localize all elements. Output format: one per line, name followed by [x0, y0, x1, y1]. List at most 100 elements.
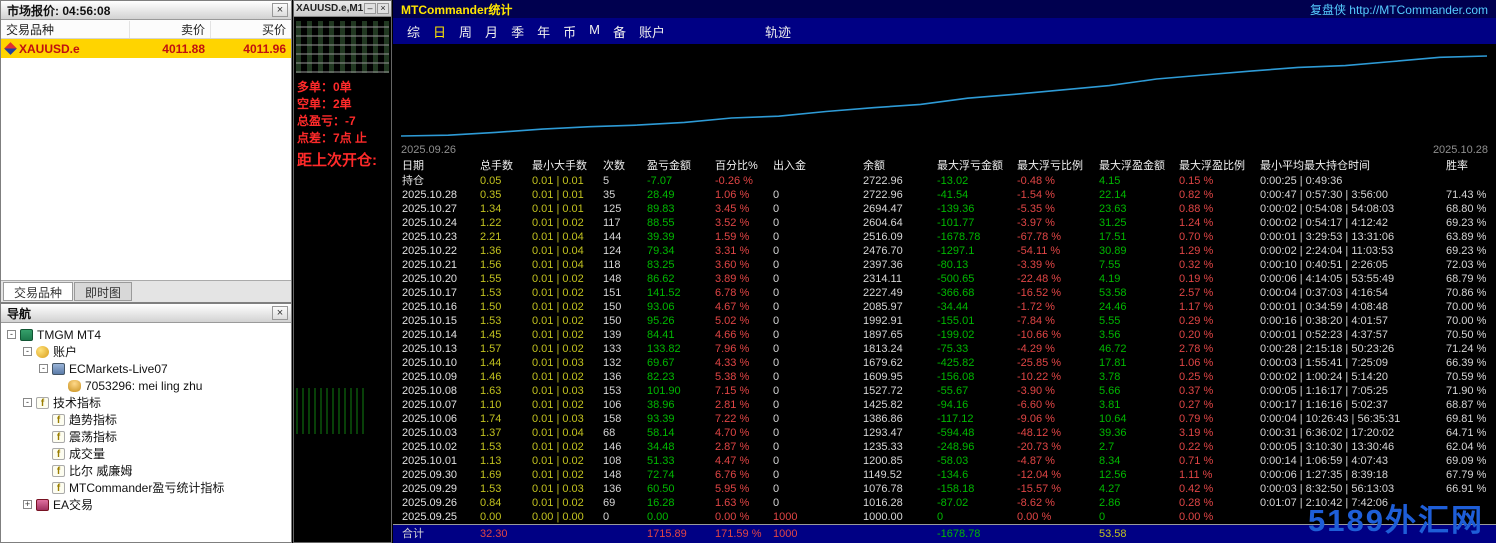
stats-row[interactable]: 2025.10.22 1.36 0.01 | 0.04 124 79.34 3.31 % 0…	[393, 244, 1496, 258]
column-header[interactable]: 盈亏金额	[647, 158, 715, 174]
stats-row[interactable]: 2025.10.09 1.46 0.01 | 0.02 136 82.23 5.38 % 0…	[393, 370, 1496, 384]
menu-item-账户[interactable]: 账户	[637, 21, 667, 42]
column-header[interactable]: 次数	[603, 158, 647, 174]
column-header-symbol[interactable]: 交易品种	[1, 21, 129, 38]
menu-item-日[interactable]: 日	[431, 21, 448, 42]
column-header[interactable]: 胜率	[1446, 158, 1496, 174]
stats-row[interactable]: 2025.09.29 1.53 0.01 | 0.03 136 60.50 5.95 % 0…	[393, 482, 1496, 496]
column-header[interactable]: 最大浮盈金额	[1099, 158, 1179, 174]
total-balance	[863, 525, 937, 543]
cell-count: 144	[603, 231, 622, 243]
tree-item[interactable]: - TMGM MT4	[1, 326, 291, 343]
tree-item[interactable]: f MTCommander盈亏统计指标	[1, 479, 291, 496]
stats-row[interactable]: 2025.10.08 1.63 0.01 | 0.03 153 101.90 7.15 %…	[393, 384, 1496, 398]
tree-item[interactable]: f 比尔 威廉姆	[1, 462, 291, 479]
cell-pct: -0.26 %	[715, 175, 753, 187]
stats-row[interactable]: 2025.10.10 1.44 0.01 | 0.03 132 69.67 4.33 % 0…	[393, 356, 1496, 370]
stats-website-link[interactable]: 复盘侠 http://MTCommander.com	[1310, 1, 1488, 18]
tree-item[interactable]: 7053296: mei ling zhu	[1, 377, 291, 394]
close-icon[interactable]: ×	[272, 3, 288, 17]
cell-time: 0:00:05 | 1:16:17 | 7:05:25	[1260, 385, 1389, 397]
stats-row[interactable]: 持仓 0.05 0.01 | 0.01 5 -7.07 -0.26 % 2722.96 -13…	[393, 174, 1496, 188]
cell-date: 2025.10.23	[402, 231, 458, 243]
menu-item-周[interactable]: 周	[457, 21, 474, 42]
cell-fp_pct: 0.82 %	[1179, 189, 1214, 201]
cell-dd_pct: -67.78 %	[1017, 231, 1062, 243]
tab-tick-chart[interactable]: 即时图	[74, 282, 133, 301]
stats-row[interactable]: 2025.10.15 1.53 0.01 | 0.02 150 95.26 5.02 % 0…	[393, 314, 1496, 328]
menu-item-track[interactable]: 轨迹	[763, 21, 793, 42]
tab-symbols[interactable]: 交易品种	[3, 282, 74, 301]
column-header-ask[interactable]: 买价	[210, 20, 291, 38]
tree-item-label: 趋势指标	[69, 413, 118, 427]
menu-item-币[interactable]: 币	[561, 21, 578, 42]
cell-win: 71.90 %	[1446, 385, 1487, 397]
cell-fp: 30.89	[1099, 245, 1127, 257]
stats-row[interactable]: 2025.10.23 2.21 0.01 | 0.04 144 39.39 1.59 % 0…	[393, 230, 1496, 244]
stats-row[interactable]: 2025.10.03 1.37 0.01 | 0.04 68 58.14 4.70 % 0 1…	[393, 426, 1496, 440]
chart-window-titlebar[interactable]: XAUUSD.e,M1 – ×	[294, 1, 391, 17]
cell-count: 158	[603, 413, 622, 425]
stats-row[interactable]: 2025.10.07 1.10 0.01 | 0.02 106 38.96 2.81 % 0…	[393, 398, 1496, 412]
cell-fp_pct: 0.29 %	[1179, 315, 1214, 327]
column-header[interactable]: 最大浮盈比例	[1179, 158, 1260, 174]
close-icon[interactable]: ×	[377, 3, 389, 14]
column-header[interactable]: 百分比%	[715, 158, 773, 174]
stats-row[interactable]: 2025.10.20 1.55 0.01 | 0.02 148 86.62 3.89 % 0…	[393, 272, 1496, 286]
menu-item-季[interactable]: 季	[509, 21, 526, 42]
stats-titlebar[interactable]: MTCommander统计 复盘侠 http://MTCommander.com	[393, 0, 1496, 18]
market-watch-titlebar[interactable]: 市场报价: 04:56:08 ×	[1, 1, 291, 20]
tree-item[interactable]: - ECMarkets-Live07	[1, 360, 291, 377]
cell-time: 0:00:25 | 0:49:36	[1260, 175, 1343, 187]
column-header[interactable]: 最大浮亏金额	[937, 158, 1017, 174]
cell-time: 0:00:05 | 3:10:30 | 13:30:46	[1260, 441, 1395, 453]
column-header[interactable]: 余额	[863, 158, 937, 174]
symbol-row[interactable]: XAUUSD.e 4011.88 4011.96	[1, 39, 291, 58]
expand-icon[interactable]: +	[23, 500, 32, 509]
tree-item[interactable]: - 账户	[1, 343, 291, 360]
menu-item-M[interactable]: M	[587, 21, 602, 42]
stats-row[interactable]: 2025.10.24 1.22 0.01 | 0.02 117 88.55 3.52 % 0…	[393, 216, 1496, 230]
column-header[interactable]: 日期	[402, 158, 480, 174]
stats-row[interactable]: 2025.10.01 1.13 0.01 | 0.02 108 51.33 4.47 % 0…	[393, 454, 1496, 468]
stats-row[interactable]: 2025.10.28 0.35 0.01 | 0.01 35 28.49 1.06 % 0 2…	[393, 188, 1496, 202]
stats-row[interactable]: 2025.10.21 1.56 0.01 | 0.04 118 83.25 3.60 % 0…	[393, 258, 1496, 272]
tree-item[interactable]: f 震荡指标	[1, 428, 291, 445]
column-header-bid[interactable]: 卖价	[129, 20, 210, 38]
menu-item-综[interactable]: 综	[405, 21, 422, 42]
stats-row[interactable]: 2025.09.30 1.69 0.01 | 0.02 148 72.74 6.76 % 0…	[393, 468, 1496, 482]
collapse-icon[interactable]: -	[23, 347, 32, 356]
navigator-titlebar[interactable]: 导航 ×	[1, 304, 291, 323]
collapse-icon[interactable]: -	[23, 398, 32, 407]
tree-item-label: ECMarkets-Live07	[69, 361, 168, 376]
stats-row[interactable]: 2025.10.06 1.74 0.01 | 0.03 158 93.39 7.22 % 0…	[393, 412, 1496, 426]
collapse-icon[interactable]: -	[7, 330, 16, 339]
cell-pl: 82.23	[647, 371, 675, 383]
minimize-icon[interactable]: –	[364, 3, 376, 14]
cell-minmax: 0.01 | 0.04	[532, 231, 584, 243]
cell-pct: 7.22 %	[715, 413, 750, 425]
stats-row[interactable]: 2025.10.16 1.50 0.01 | 0.02 150 93.06 4.67 % 0…	[393, 300, 1496, 314]
cell-inout: 0	[773, 497, 780, 509]
stats-row[interactable]: 2025.10.27 1.34 0.01 | 0.01 125 89.83 3.45 % 0…	[393, 202, 1496, 216]
cell-dd_pct: -22.48 %	[1017, 273, 1062, 285]
column-header[interactable]: 总手数	[480, 158, 532, 174]
stats-row[interactable]: 2025.10.13 1.57 0.01 | 0.02 133 133.82 7.96 %…	[393, 342, 1496, 356]
cell-minmax: 0.01 | 0.04	[532, 245, 584, 257]
stats-row[interactable]: 2025.10.17 1.53 0.01 | 0.02 151 141.52 6.78 %…	[393, 286, 1496, 300]
column-header[interactable]: 最小大手数	[532, 158, 603, 174]
close-icon[interactable]: ×	[272, 306, 288, 320]
column-header[interactable]: 出入金	[773, 158, 863, 174]
menu-item-月[interactable]: 月	[483, 21, 500, 42]
column-header[interactable]: 最大浮亏比例	[1017, 158, 1099, 174]
stats-row[interactable]: 2025.10.02 1.53 0.01 | 0.02 146 34.48 2.87 % 0…	[393, 440, 1496, 454]
tree-item[interactable]: f 成交量	[1, 445, 291, 462]
stats-row[interactable]: 2025.10.14 1.45 0.01 | 0.02 139 84.41 4.66 % 0…	[393, 328, 1496, 342]
tree-item[interactable]: f 趋势指标	[1, 411, 291, 428]
menu-item-年[interactable]: 年	[535, 21, 552, 42]
tree-item[interactable]: + EA交易	[1, 496, 291, 513]
menu-item-备[interactable]: 备	[611, 21, 628, 42]
collapse-icon[interactable]: -	[39, 364, 48, 373]
column-header[interactable]: 最小平均最大持仓时间	[1260, 158, 1446, 174]
tree-item[interactable]: - f 技术指标	[1, 394, 291, 411]
